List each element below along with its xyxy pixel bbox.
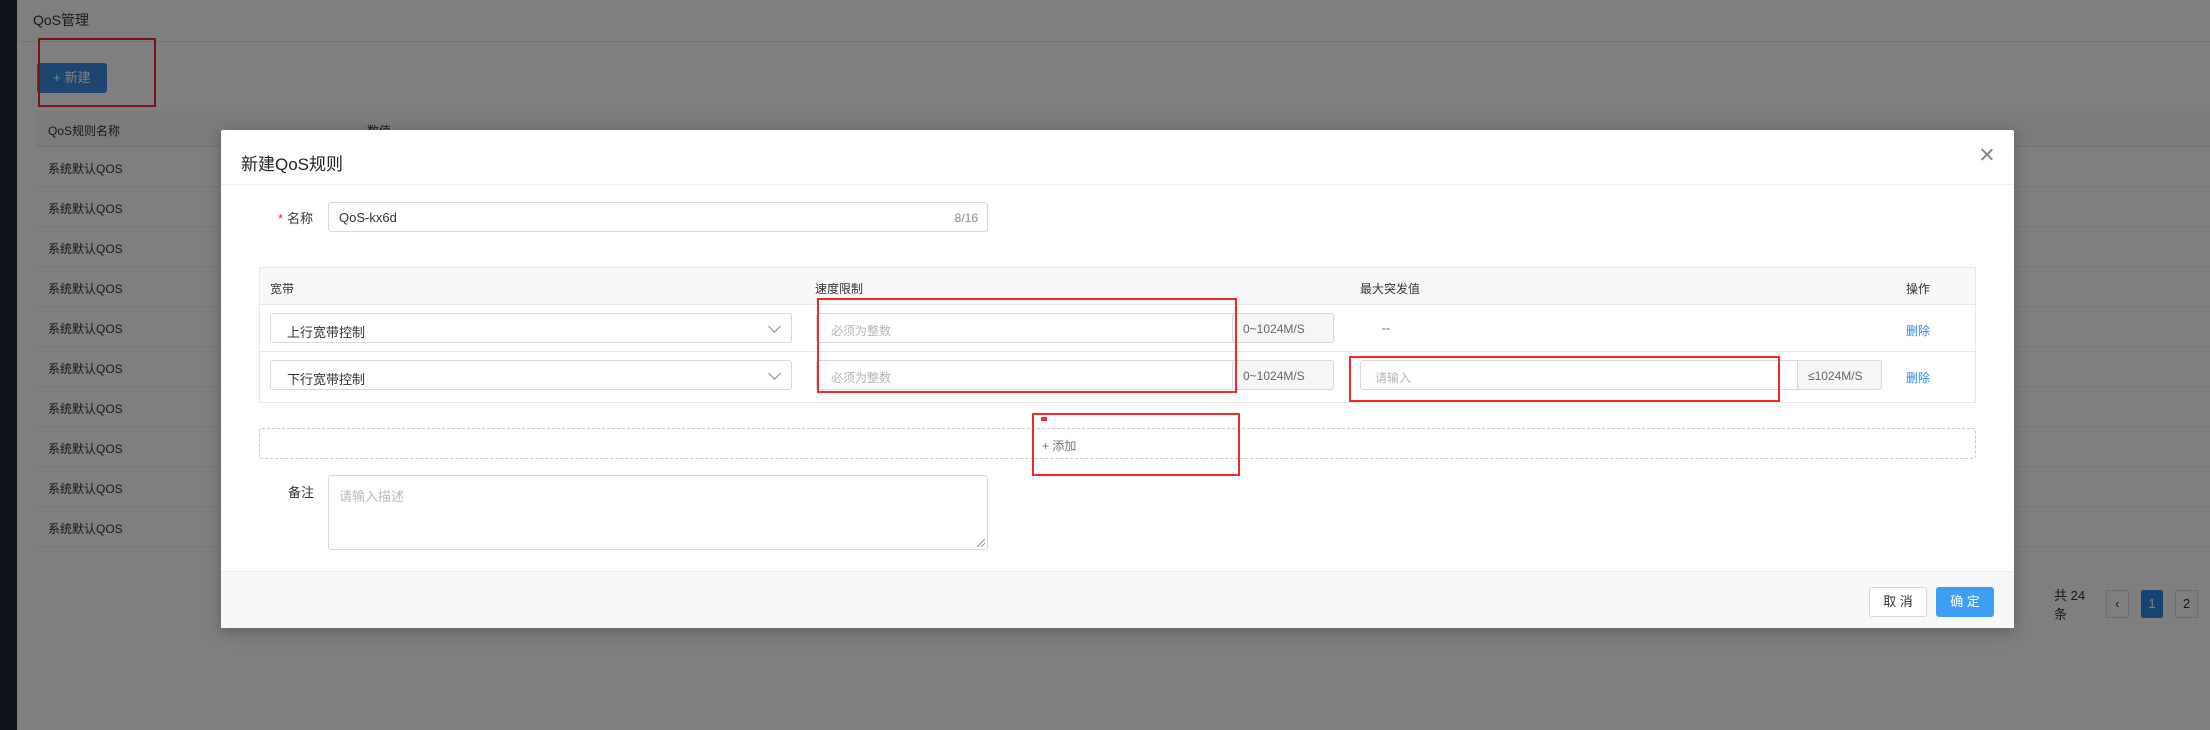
annotation-marker (1041, 417, 1047, 421)
burst-unit-addon: ≤1024M/S (1798, 360, 1882, 390)
bandwidth-select[interactable]: 下行宽带控制 (270, 360, 792, 390)
name-value: QoS-kx6d (339, 210, 397, 225)
delete-link[interactable]: 删除 (1906, 369, 1930, 386)
column-header-speed-limit: 速度限制 (815, 282, 864, 296)
max-burst-empty: -- (1382, 321, 1390, 335)
bandwidth-select-value: 下行宽带控制 (287, 372, 366, 387)
remark-label: 备注 (288, 485, 315, 500)
annotation-box-speed-limit (817, 298, 1237, 393)
column-header-bandwidth: 宽带 (270, 282, 295, 296)
cancel-button[interactable]: 取 消 (1869, 587, 1927, 617)
name-label-text: 名称 (287, 211, 314, 226)
dialog-header: 新建QoS规则 (221, 130, 2014, 185)
dialog-title: 新建QoS规则 (241, 155, 344, 174)
column-header-max-burst: 最大突发值 (1360, 282, 1421, 296)
speed-unit-text: 0~1024M/S (1243, 369, 1305, 383)
dialog-footer: 取 消 确 定 (221, 571, 2014, 628)
close-icon[interactable] (1978, 146, 1996, 164)
speed-unit-text: 0~1024M/S (1243, 322, 1305, 336)
bandwidth-select-value: 上行宽带控制 (287, 325, 366, 340)
name-char-count: 8/16 (954, 211, 978, 225)
confirm-button[interactable]: 确 定 (1936, 587, 1994, 617)
chevron-down-icon (768, 367, 781, 380)
delete-link[interactable]: 删除 (1906, 322, 1930, 339)
annotation-box-add (1032, 413, 1240, 476)
remark-textarea[interactable]: 请输入描述 (328, 475, 988, 550)
bandwidth-select[interactable]: 上行宽带控制 (270, 313, 792, 343)
resize-handle-icon[interactable] (977, 539, 985, 547)
speed-unit-addon: 0~1024M/S (1233, 360, 1334, 390)
name-field[interactable]: QoS-kx6d 8/16 (328, 202, 988, 232)
burst-unit-text: ≤1024M/S (1808, 369, 1863, 383)
annotation-box-max-burst (1349, 356, 1780, 402)
column-header-action: 操作 (1906, 282, 1931, 296)
remark-placeholder: 请输入描述 (339, 489, 405, 504)
name-label: * 名称 (278, 208, 313, 227)
chevron-down-icon (768, 320, 781, 333)
speed-unit-addon: 0~1024M/S (1233, 313, 1334, 343)
required-mark: * (278, 211, 284, 226)
